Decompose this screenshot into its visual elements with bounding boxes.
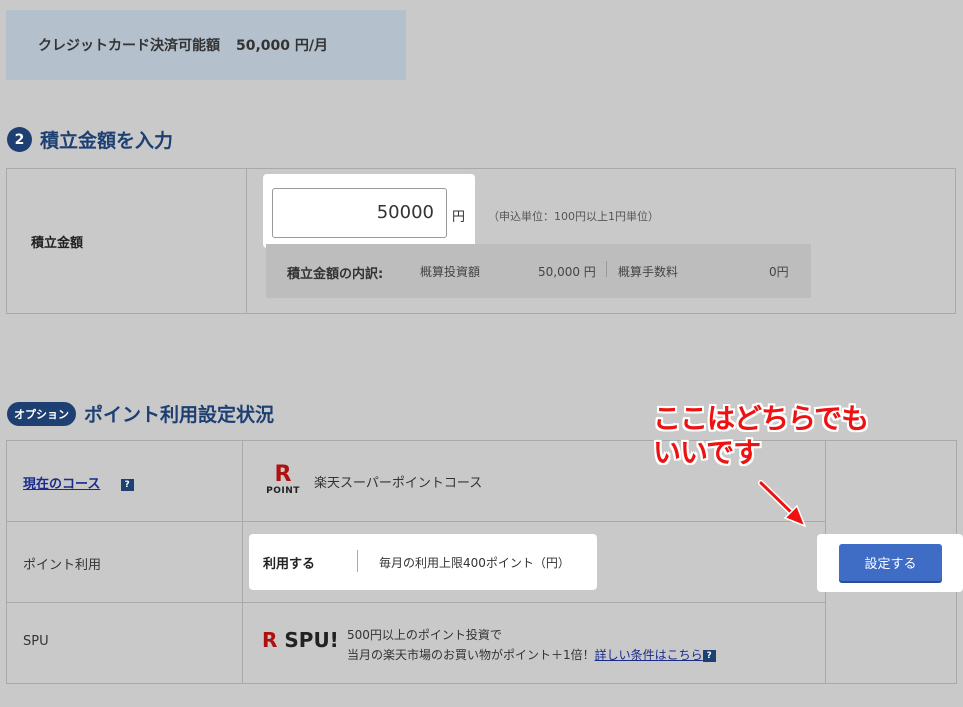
rakuten-r-logo: R xyxy=(274,462,292,487)
course-row-label: 現在のコース ? xyxy=(23,473,134,492)
fee-label: 概算手数料 xyxy=(618,265,679,279)
spu-line2: 当月の楽天市場のお買い物がポイント＋1倍！詳しい条件はこちら? xyxy=(347,645,716,665)
help-icon[interactable]: ? xyxy=(120,478,134,491)
spu-details-link[interactable]: 詳しい条件はこちら xyxy=(595,648,703,662)
point-use-highlight: 利用する 毎月の利用上限400ポイント（円） xyxy=(249,534,597,590)
section-amount-heading: 2 積立金額を入力 xyxy=(7,126,173,153)
spu-line1: 500円以上のポイント投資で xyxy=(347,628,502,642)
spu-line2-text: 当月の楽天市場のお買い物がポイント＋1倍！ xyxy=(347,648,595,662)
breakdown-divider xyxy=(606,261,607,277)
set-button[interactable]: 設定する xyxy=(839,544,942,581)
spu-help-icon[interactable]: ? xyxy=(702,649,716,662)
spu-r-logo: R xyxy=(262,628,278,652)
section-amount-title: 積立金額を入力 xyxy=(40,130,174,152)
spu-description: 500円以上のポイント投資で 当月の楽天市場のお買い物がポイント＋1倍！詳しい条… xyxy=(347,625,716,665)
course-link[interactable]: 現在のコース xyxy=(23,477,100,492)
annotation-line2: いいです xyxy=(653,436,761,469)
point-use-divider xyxy=(357,550,358,572)
section-points-heading: オプション ポイント利用設定状況 xyxy=(7,400,274,427)
spu-row-label: SPU xyxy=(23,634,49,649)
credit-limit-box: クレジットカード決済可能額 50,000 円/月 xyxy=(6,10,406,80)
credit-limit-label: クレジットカード決済可能額 xyxy=(38,38,220,54)
point-use-limit: 毎月の利用上限400ポイント（円） xyxy=(379,556,570,570)
rakuten-point-logo: R POINT xyxy=(263,464,303,500)
annotation-text: ここはどちらでも いいです xyxy=(653,402,869,470)
annotation-arrow-icon xyxy=(758,480,807,528)
amount-breakdown: 積立金額の内訳: 概算投資額 50,000 円 概算手数料 0円 xyxy=(266,244,811,298)
yen-unit: 円 xyxy=(452,210,466,225)
option-badge: オプション xyxy=(7,401,76,426)
breakdown-label: 積立金額の内訳: xyxy=(287,267,384,282)
amount-row-label: 積立金額 xyxy=(7,169,247,313)
point-logo-text: POINT xyxy=(266,486,300,496)
section-points-title: ポイント利用設定状況 xyxy=(84,404,275,426)
investment-value: 50,000 円 xyxy=(538,265,596,279)
annotation-line1: ここはどちらでも xyxy=(653,402,869,435)
step-number-badge: 2 xyxy=(7,127,32,152)
fee-value: 0円 xyxy=(769,265,789,279)
table-divider xyxy=(7,602,826,603)
unit-note: （申込単位：100円以上1円単位） xyxy=(488,210,659,223)
use-row-label: ポイント利用 xyxy=(23,558,102,573)
investment-label: 概算投資額 xyxy=(420,265,481,279)
spu-logo-text: SPU! xyxy=(284,628,339,652)
table-divider xyxy=(7,521,826,522)
table-divider xyxy=(242,441,243,683)
credit-limit-amount: 50,000 円/月 xyxy=(236,38,329,54)
spu-logo: R SPU! xyxy=(262,628,339,652)
point-use-value: 利用する xyxy=(263,557,316,572)
course-value: 楽天スーパーポイントコース xyxy=(314,476,483,491)
amount-input[interactable]: 50000 xyxy=(272,188,447,238)
